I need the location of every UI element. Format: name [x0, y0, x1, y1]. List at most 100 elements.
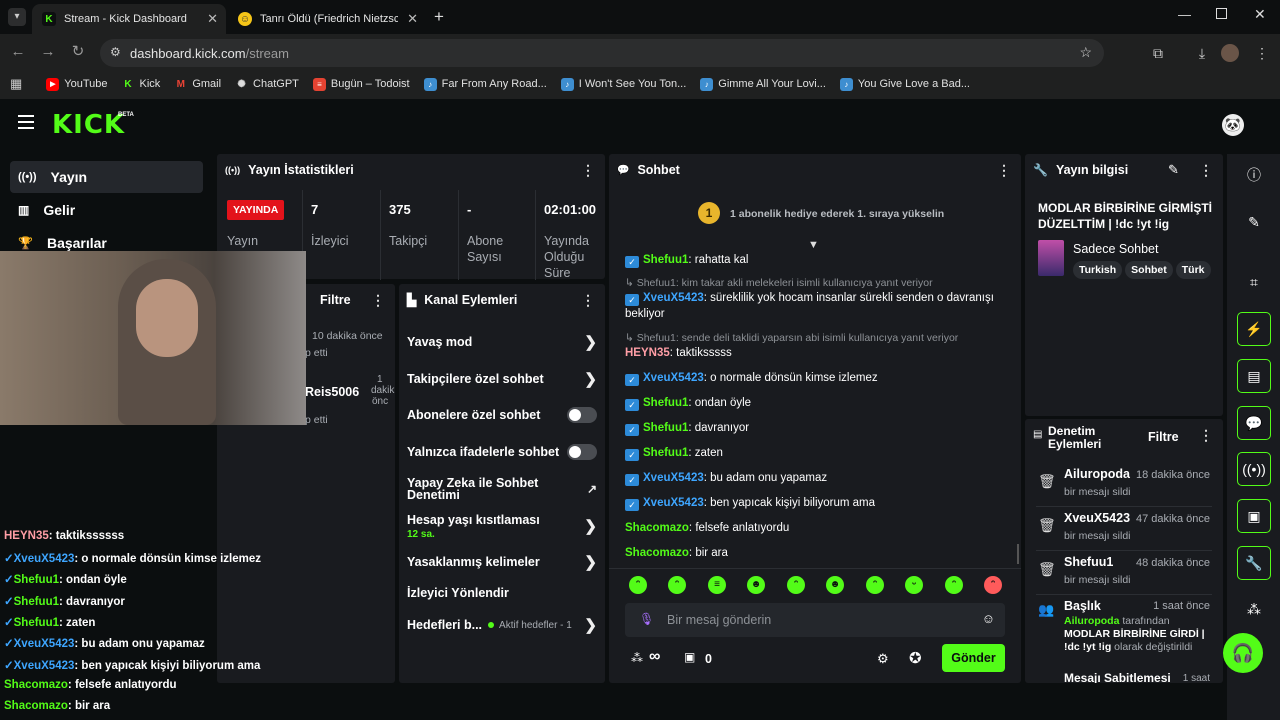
download-icon[interactable]: ⤓: [1192, 43, 1212, 63]
more-icon[interactable]: ⋮: [371, 292, 385, 309]
emote-icon[interactable]: ᵔ: [668, 576, 686, 594]
site-info-icon[interactable]: ⚙: [110, 45, 121, 59]
chat-username[interactable]: XveuX5423: [643, 292, 704, 304]
bookmark-todoist[interactable]: ≡ Bugün – Todoist: [312, 77, 410, 91]
info-icon[interactable]: ⓘ: [1237, 158, 1271, 192]
filter-button[interactable]: Filtre: [1148, 430, 1179, 444]
mod-user[interactable]: Shefuu1: [1064, 555, 1113, 569]
bookmark-song-4[interactable]: ♪ You Give Love a Bad...: [839, 77, 970, 91]
emote-icon[interactable]: ᵔ: [866, 576, 884, 594]
chat-username[interactable]: Shefuu1: [643, 254, 688, 266]
slow-mode-row[interactable]: Yavaş mod ❯: [407, 334, 597, 351]
mod-user[interactable]: XveuX5423: [1064, 511, 1130, 525]
forward-icon[interactable]: →: [38, 42, 58, 62]
more-icon[interactable]: ⋮: [581, 292, 595, 309]
support-headset-icon[interactable]: 🎧: [1223, 633, 1263, 673]
wrench-icon[interactable]: 🔧: [1237, 546, 1271, 580]
more-icon[interactable]: ⋮: [997, 162, 1011, 179]
reload-icon[interactable]: ↻: [68, 42, 88, 62]
chat-username[interactable]: Shefuu1: [643, 397, 688, 409]
back-icon[interactable]: ←: [8, 42, 28, 62]
category-name[interactable]: Sadece Sohbet: [1073, 242, 1159, 256]
raid-row[interactable]: İzleyici Yönlendir: [407, 585, 597, 601]
emote-icon[interactable]: ≡: [708, 576, 726, 594]
mic-icon[interactable]: 🎙: [639, 612, 654, 626]
more-icon[interactable]: ⋮: [1199, 162, 1213, 179]
sidebar-item-gelir[interactable]: ▥ Gelir: [10, 194, 203, 226]
bookmark-chatgpt[interactable]: ✺ ChatGPT: [235, 78, 299, 91]
new-tab-icon[interactable]: +: [434, 7, 444, 27]
followers-only-row[interactable]: Takipçilere özel sohbet ❯: [407, 371, 597, 388]
pin-toggle-icon[interactable]: ▼: [808, 239, 819, 251]
bookmark-gmail[interactable]: M Gmail: [174, 78, 221, 91]
emote-icon[interactable]: ☻: [747, 576, 765, 594]
category-thumbnail[interactable]: [1038, 240, 1064, 276]
emote-icon[interactable]: ☻: [826, 576, 844, 594]
gift-box-icon[interactable]: ▣: [684, 650, 695, 664]
mod-user[interactable]: Ailuropoda: [1064, 467, 1130, 481]
tag-pill[interactable]: Turkish: [1073, 261, 1123, 279]
minimize-icon[interactable]: —: [1178, 7, 1191, 22]
emotes-only-toggle[interactable]: [567, 444, 597, 460]
bookmark-song-2[interactable]: ♪ I Won't See You Ton...: [560, 77, 686, 91]
chat-username[interactable]: HEYN35: [625, 347, 670, 359]
tab-stream-dashboard[interactable]: K Stream - Kick Dashboard ✕: [32, 4, 226, 34]
chat-username[interactable]: XveuX5423: [643, 497, 704, 509]
kick-logo[interactable]: KICK: [52, 110, 125, 140]
subscribers-only-toggle[interactable]: [567, 407, 597, 423]
emote-icon[interactable]: ᵔ: [984, 576, 1002, 594]
close-window-icon[interactable]: ✕: [1254, 6, 1266, 23]
close-tab-icon[interactable]: ✕: [207, 11, 218, 27]
chat-username[interactable]: Shacomazo: [625, 547, 689, 559]
points-icon[interactable]: ⁂: [631, 651, 643, 665]
chat-scrollbar[interactable]: [1017, 544, 1019, 564]
hamburger-icon[interactable]: [18, 115, 34, 129]
emoji-icon[interactable]: ☺: [982, 611, 995, 626]
bookmark-song-1[interactable]: ♪ Far From Any Road...: [423, 77, 547, 91]
close-tab-icon[interactable]: ✕: [407, 11, 418, 27]
address-bar[interactable]: ⚙ dashboard.kick.com/stream ☆: [100, 39, 1104, 67]
sidebar-item-yayin[interactable]: ((•)) Yayın: [10, 161, 203, 193]
chat-bubble-icon[interactable]: 💬: [1237, 406, 1271, 440]
chat-username[interactable]: Shefuu1: [643, 447, 688, 459]
quick-actions-icon[interactable]: ⚡: [1237, 312, 1271, 346]
more-icon[interactable]: ⋮: [1199, 427, 1213, 444]
chat-username[interactable]: Shefuu1: [643, 422, 688, 434]
filter-label[interactable]: Filtre: [320, 293, 351, 307]
tab-nietzsche[interactable]: ☺ Tanrı Öldü (Friedrich Nietzsche ✕: [228, 4, 426, 34]
bookmark-song-3[interactable]: ♪ Gimme All Your Lovi...: [700, 77, 826, 91]
edit-icon[interactable]: ✎: [1237, 205, 1271, 239]
points-icon[interactable]: ⁂: [1237, 592, 1271, 626]
more-icon[interactable]: ⋮: [581, 162, 595, 179]
menu-icon[interactable]: ⋮: [1252, 43, 1272, 63]
changed-by[interactable]: Ailuropoda: [1064, 615, 1119, 627]
chat-username[interactable]: XveuX5423: [643, 472, 704, 484]
banned-words-row[interactable]: Yasaklanmış kelimeler ❯: [407, 554, 597, 571]
bookmark-kick[interactable]: K Kick: [122, 78, 160, 91]
edit-pencil-icon[interactable]: ✎: [1168, 162, 1179, 178]
bookmark-youtube[interactable]: ▶ YouTube: [46, 77, 108, 91]
tag-pill[interactable]: Türk: [1175, 261, 1211, 279]
send-button[interactable]: Gönder: [942, 644, 1005, 672]
quick-emote-icon[interactable]: ✪: [909, 649, 922, 667]
tab-search-icon[interactable]: ▾: [8, 8, 26, 26]
emote-icon[interactable]: ᵔ: [945, 576, 963, 594]
ai-moderation-row[interactable]: Yapay Zeka ile Sohbet Denetimi ↗: [407, 476, 597, 502]
broadcast-icon[interactable]: ((•)): [1237, 452, 1271, 486]
tag-pill[interactable]: Sohbet: [1125, 261, 1173, 279]
layout-icon[interactable]: ▣: [1237, 499, 1271, 533]
emote-icon[interactable]: ᵔ: [787, 576, 805, 594]
goals-row[interactable]: Hedefleri b... Aktif hedefler - 1 ❯: [407, 617, 597, 634]
profile-avatar[interactable]: [1221, 44, 1239, 62]
extension-icon[interactable]: ⧉: [1148, 43, 1168, 63]
maximize-icon[interactable]: [1216, 8, 1227, 19]
settings-gear-icon[interactable]: ⚙: [877, 651, 889, 667]
chat-username[interactable]: Shacomazo: [625, 522, 689, 534]
user-avatar[interactable]: 🐼: [1222, 114, 1244, 136]
emote-icon[interactable]: ᵔ: [629, 576, 647, 594]
chat-username[interactable]: XveuX5423: [643, 372, 704, 384]
emote-icon[interactable]: ᵕ: [905, 576, 923, 594]
notes-icon[interactable]: ▤: [1237, 359, 1271, 393]
apps-icon[interactable]: ▦: [10, 76, 22, 92]
screenshot-icon[interactable]: ⌗: [1237, 265, 1271, 299]
